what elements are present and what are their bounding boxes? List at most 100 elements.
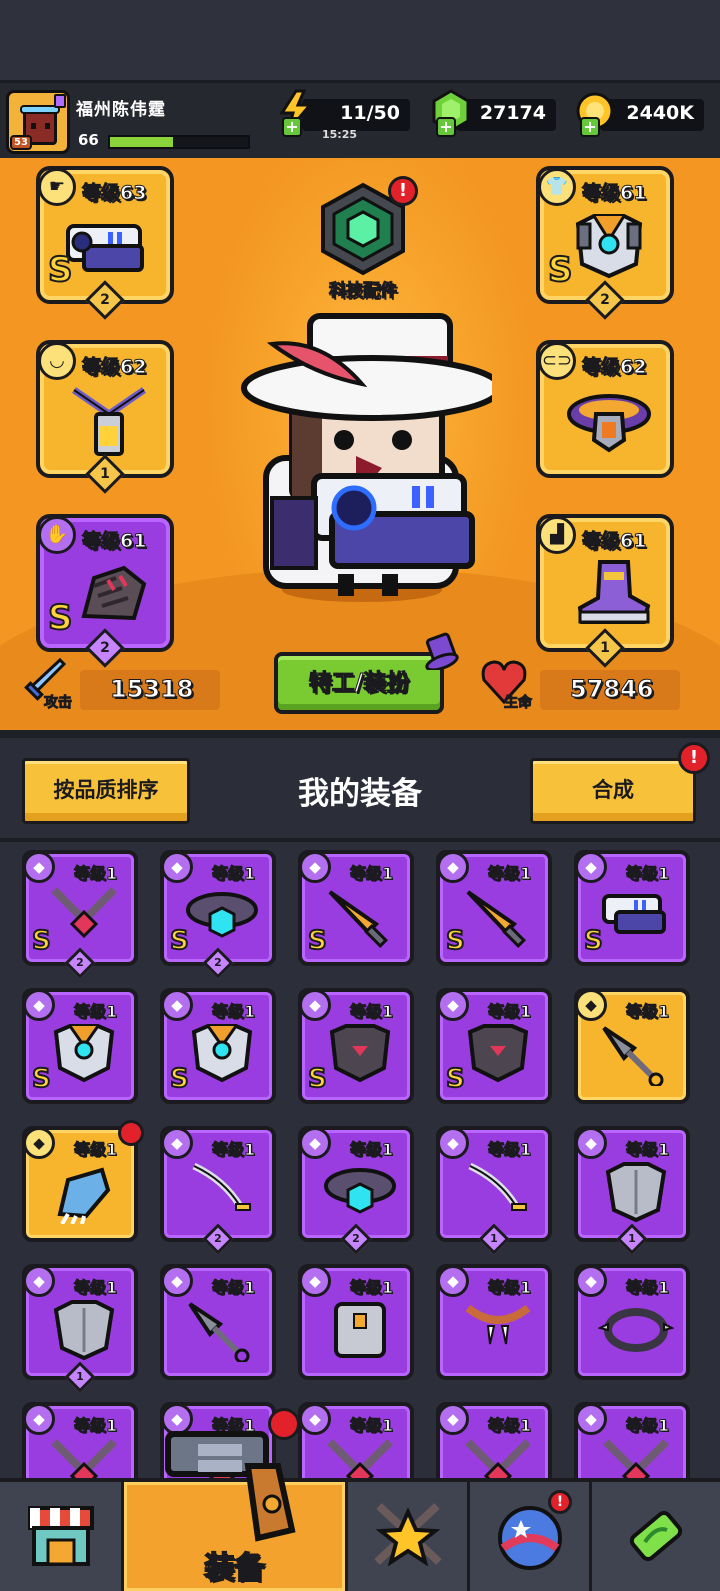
- item-type-icon: ◆: [161, 989, 193, 1021]
- item-stars: 1: [478, 1223, 510, 1255]
- item-stars: 2: [64, 947, 96, 979]
- equipment-item[interactable]: ◆ 等级1: [298, 1264, 414, 1380]
- equipment-item[interactable]: ◆ 等级1 S 2: [22, 850, 138, 979]
- slot-weapon-grade: S: [47, 249, 73, 291]
- dna-capsule-icon: [629, 1510, 683, 1562]
- item-level: 等级1: [487, 1278, 532, 1298]
- item-level: 等级1: [487, 1416, 532, 1436]
- item-type-icon: ◆: [299, 1265, 331, 1297]
- equipment-item[interactable]: ◆ 等级1: [298, 1402, 414, 1478]
- item-type-icon: ◆: [299, 851, 331, 883]
- energy-add-icon[interactable]: +: [282, 117, 302, 137]
- item-type-icon: ◆: [23, 851, 55, 883]
- equipment-item[interactable]: ◆ 等级1 S: [436, 988, 552, 1104]
- coins-counter[interactable]: + 2440K: [576, 92, 704, 137]
- merge-alert-badge: !: [678, 742, 710, 774]
- robot-armor-icon: [575, 214, 643, 279]
- item-grade: S: [31, 925, 52, 957]
- equipment-item[interactable]: ◆ 等级1: [436, 1402, 552, 1478]
- gems-counter[interactable]: + 27174: [432, 89, 556, 137]
- attack-value: 15318: [110, 675, 194, 704]
- tab-lab[interactable]: [592, 1482, 720, 1591]
- player-level: 66: [78, 131, 99, 149]
- item-type-icon: ◆: [575, 1265, 607, 1297]
- slot-weapon[interactable]: ☛ 等级63 S 2: [36, 166, 174, 320]
- item-level: 等级1: [487, 864, 532, 884]
- item-grade: S: [307, 925, 328, 957]
- equipment-item[interactable]: ◆ 等级1 1: [22, 1264, 138, 1393]
- item-type-icon: ◆: [161, 1265, 193, 1297]
- tech-label: 科技配件: [329, 281, 398, 302]
- fang-necklace-icon: [465, 1304, 531, 1345]
- tech-accessory-button[interactable]: ! 科技配件: [316, 176, 418, 302]
- slot-boots[interactable]: ▟ 等级61 1: [536, 514, 674, 668]
- armor-slot-icon: 👕: [538, 168, 576, 206]
- robot-armor-icon: [191, 1024, 253, 1083]
- xp-bar-fill: [110, 137, 174, 147]
- equipment-item[interactable]: ◆ 等级1 S: [160, 988, 276, 1104]
- equipment-item[interactable]: ◆ 等级1 S 2: [160, 850, 276, 979]
- tab-challenge[interactable]: [348, 1482, 470, 1591]
- equipment-item[interactable]: ◆ 等级1: [22, 1120, 144, 1242]
- item-level: 等级1: [349, 1002, 394, 1022]
- katana-icon: [468, 1162, 527, 1211]
- coins-add-icon[interactable]: +: [580, 117, 600, 137]
- equipment-item[interactable]: ◆ 等级1 S: [298, 850, 414, 966]
- shop-icon: [27, 1506, 94, 1566]
- character-equipment-panel: ☛ 等级63 S 2 ◡ 等级62 1 ✋ 等级61 S 2 👕 等级61 S …: [0, 158, 720, 738]
- dark-armor-icon: [329, 1024, 391, 1083]
- slot-armor-grade: S: [547, 249, 573, 291]
- item-grade: S: [445, 925, 466, 957]
- item-level: 等级1: [625, 1140, 670, 1160]
- weapon-slot-icon: ☛: [38, 168, 76, 206]
- equipment-item[interactable]: ◆ 等级1 2: [298, 1126, 414, 1255]
- slot-necklace[interactable]: ◡ 等级62 1: [36, 340, 174, 494]
- equipment-item[interactable]: ◆ 等级1 2: [160, 1126, 276, 1255]
- equipment-item[interactable]: ◆ 等级1: [574, 1264, 690, 1380]
- top-hat-icon: [425, 632, 459, 670]
- slot-belt-level: 等级62: [581, 356, 647, 379]
- agent-dress-button[interactable]: 特工/装扮: [274, 652, 444, 714]
- player-avatar[interactable]: 53: [6, 90, 70, 154]
- equipment-item[interactable]: ◆ 等级1: [22, 1402, 138, 1478]
- energy-value: 11/50: [340, 102, 400, 124]
- gems-add-icon[interactable]: +: [436, 117, 456, 137]
- item-grade: S: [583, 925, 604, 957]
- kunai-icon: [188, 1302, 250, 1362]
- belt-slot-icon: ⊂⊃: [538, 342, 576, 380]
- equipment-item[interactable]: ◆ 等级1 S: [298, 988, 414, 1104]
- slot-gloves[interactable]: ✋ 等级61 S 2: [36, 514, 174, 668]
- necklace-icon: [51, 1439, 117, 1478]
- energy-counter[interactable]: + 11/50: [279, 89, 410, 137]
- boots-slot-icon: ▟: [538, 516, 576, 554]
- equipment-item[interactable]: ◆ 等级1: [436, 1264, 552, 1380]
- slot-weapon-stars: 2: [85, 280, 125, 320]
- tab-world[interactable]: !: [470, 1482, 592, 1591]
- tab-shop[interactable]: [0, 1482, 124, 1591]
- necklace-slot-icon: ◡: [38, 342, 76, 380]
- slot-armor[interactable]: 👕 等级61 S 2: [536, 166, 674, 320]
- equipment-item[interactable]: ◆ 等级1 1: [574, 1126, 690, 1255]
- equipment-item[interactable]: ◆ 等级1 S: [574, 850, 690, 966]
- item-type-icon: ◆: [437, 1127, 469, 1159]
- item-type-icon: ◆: [437, 851, 469, 883]
- equipment-item[interactable]: ◆ 等级1 1: [436, 1126, 552, 1255]
- slot-armor-stars: 2: [585, 280, 625, 320]
- agent-character[interactable]: [232, 308, 492, 608]
- belt-icon: [567, 394, 651, 453]
- equipment-item[interactable]: ◆ 等级1: [574, 1402, 690, 1478]
- item-type-icon: ◆: [23, 1127, 55, 1159]
- item-grade: S: [169, 925, 190, 957]
- kunai-icon: [602, 1026, 664, 1086]
- xp-bar: [108, 135, 250, 149]
- sort-by-quality-button[interactable]: 按品质排序: [22, 758, 190, 824]
- equipment-item[interactable]: ◆ 等级1 S: [22, 988, 138, 1104]
- item-type-icon: ◆: [575, 1403, 607, 1435]
- equipment-item[interactable]: ◆ 等级1: [574, 988, 690, 1104]
- merge-button[interactable]: 合成: [530, 758, 696, 824]
- slot-belt[interactable]: ⊂⊃ 等级62: [536, 340, 674, 478]
- item-level: 等级1: [349, 1416, 394, 1436]
- equipment-item[interactable]: ◆ 等级1 S: [436, 850, 552, 966]
- equipment-item[interactable]: ◆ 等级1: [160, 1264, 276, 1380]
- fire-sword-icon: [466, 890, 527, 948]
